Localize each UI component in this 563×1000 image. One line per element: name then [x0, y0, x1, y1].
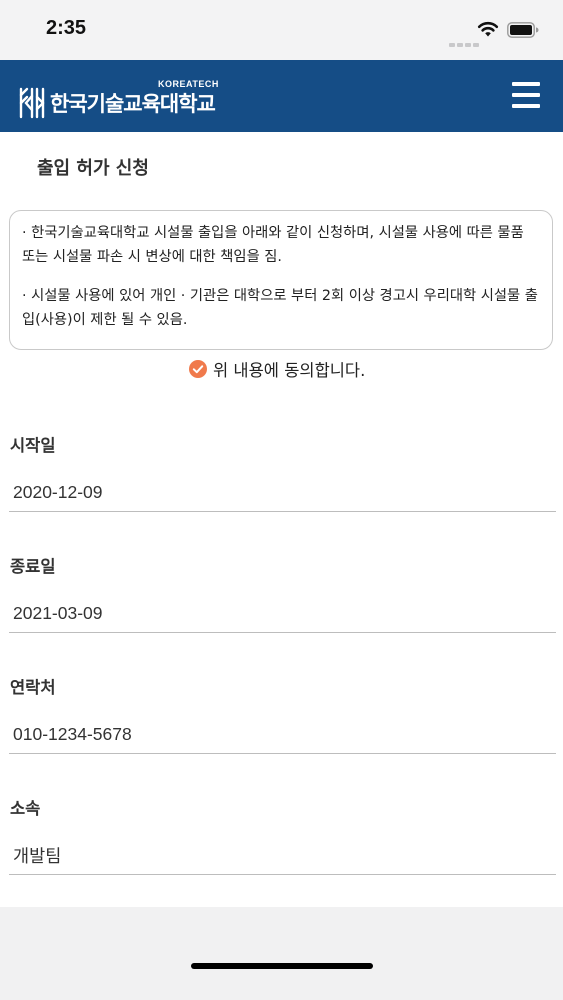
notice-box: · 한국기술교육대학교 시설물 출입을 아래와 같이 신청하며, 시설물 사용에… [9, 210, 553, 350]
wifi-icon [477, 21, 499, 37]
agree-label: 위 내용에 동의합니다. [213, 361, 366, 380]
status-time: 2:35 [46, 17, 87, 39]
menu-button[interactable] [512, 82, 544, 110]
notice-paragraph-1: · 한국기술교육대학교 시설물 출입을 아래와 같이 신청하며, 시설물 사용에… [22, 225, 524, 265]
koreatech-logo-icon [19, 87, 45, 119]
bottom-area [0, 907, 563, 1000]
affiliation-label: 소속 [10, 799, 41, 818]
end-date-field[interactable] [9, 595, 556, 633]
home-indicator[interactable] [191, 963, 373, 969]
notice-paragraph-2: · 시설물 사용에 있어 개인 · 기관은 대학으로 부터 2회 이상 경고시 … [22, 288, 538, 328]
affiliation-field[interactable] [9, 837, 556, 875]
agree-checkbox[interactable]: 위 내용에 동의합니다. [189, 358, 365, 380]
contact-field[interactable] [9, 716, 556, 754]
logo-title: 한국기술교육대학교 [50, 92, 216, 116]
check-circle-icon [189, 360, 207, 378]
battery-icon [507, 22, 539, 38]
contact-label: 연락처 [10, 678, 56, 697]
start-date-field[interactable] [9, 474, 556, 512]
page-title: 출입 허가 신청 [37, 158, 149, 179]
status-bar: 2:35 [0, 0, 563, 60]
start-date-label: 시작일 [10, 436, 56, 455]
end-date-label: 종료일 [10, 557, 56, 576]
hamburger-menu-icon [512, 82, 544, 108]
